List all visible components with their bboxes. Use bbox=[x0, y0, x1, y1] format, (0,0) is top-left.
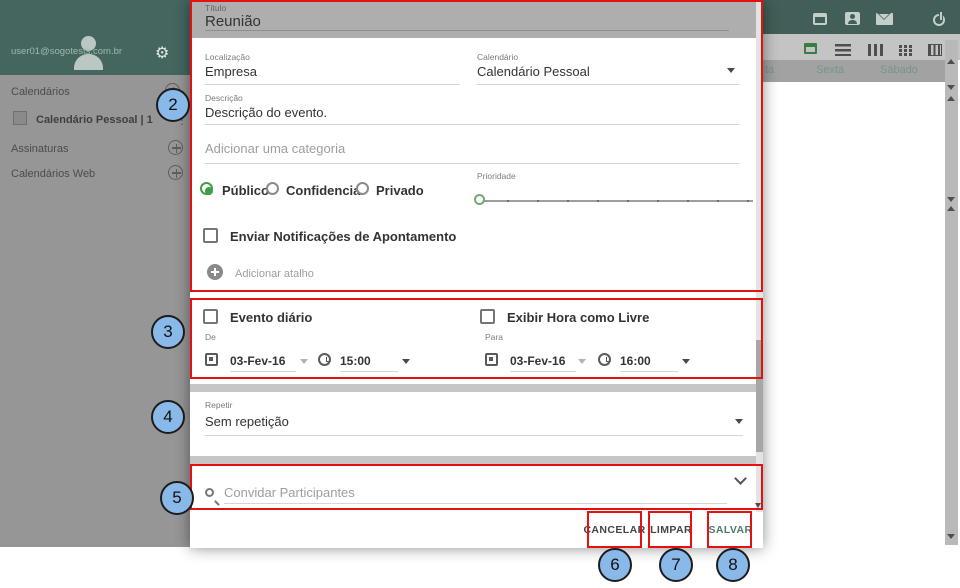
scroll-down-icon[interactable] bbox=[947, 197, 955, 202]
sogo-calendar-app: ta Sexta Sábado 4 5 6 11 12 13 18 19 20 … bbox=[0, 0, 960, 588]
calendar-icon bbox=[813, 13, 827, 25]
repeat-label: Repetir bbox=[205, 400, 232, 410]
section-divider bbox=[190, 456, 763, 464]
annotation-box-8 bbox=[707, 511, 752, 548]
scroll-up-icon[interactable] bbox=[947, 206, 955, 211]
app-header bbox=[763, 0, 960, 34]
weekday-label: Sábado bbox=[880, 64, 918, 76]
weekday-label: ta bbox=[765, 64, 774, 76]
annotation-circle-4: 4 bbox=[151, 400, 185, 434]
annotation-box-3 bbox=[190, 298, 763, 379]
chevron-down-icon[interactable] bbox=[735, 419, 743, 424]
calendars-section-label: Calendários bbox=[11, 86, 70, 98]
repeat-select[interactable]: Sem repetição bbox=[205, 414, 289, 429]
annotation-box-7 bbox=[648, 511, 692, 548]
columns-icon bbox=[868, 44, 883, 56]
annotation-box-6 bbox=[587, 511, 642, 548]
calendar-day-icon bbox=[804, 43, 817, 54]
add-subscription-icon[interactable] bbox=[168, 140, 183, 155]
power-icon bbox=[933, 14, 945, 26]
gear-icon[interactable]: ⚙ bbox=[155, 43, 169, 62]
annotation-circle-5: 5 bbox=[160, 481, 194, 515]
list-icon bbox=[835, 44, 851, 56]
page-scrollbar[interactable] bbox=[945, 40, 958, 545]
sidebar-item-personal-calendar[interactable]: Calendário Pessoal | 1 bbox=[36, 114, 153, 126]
user-email: user01@sogotests.com.br bbox=[11, 46, 122, 57]
scroll-down-icon[interactable] bbox=[947, 85, 955, 90]
envelope-icon bbox=[876, 13, 893, 25]
annotation-box-2 bbox=[190, 0, 763, 292]
sidebar-header: user01@sogotests.com.br ⚙ bbox=[0, 0, 190, 75]
subscriptions-section-label: Assinaturas bbox=[11, 143, 68, 155]
annotation-circle-2: 2 bbox=[156, 88, 190, 122]
grid-icon bbox=[899, 45, 902, 48]
weekday-label: Sexta bbox=[816, 64, 844, 76]
section-divider bbox=[190, 384, 763, 392]
annotation-circle-8: 8 bbox=[716, 548, 750, 582]
scroll-up-icon[interactable] bbox=[947, 96, 955, 101]
contact-card-icon bbox=[845, 12, 860, 25]
add-web-calendar-icon[interactable] bbox=[168, 165, 183, 180]
scroll-down-icon[interactable] bbox=[947, 534, 955, 539]
calendar-color-checkbox[interactable] bbox=[13, 111, 27, 125]
annotation-circle-6: 6 bbox=[598, 548, 632, 582]
web-calendars-section-label: Calendários Web bbox=[11, 168, 95, 180]
scroll-up-icon[interactable] bbox=[947, 59, 955, 64]
weekday-header-row: ta Sexta Sábado bbox=[763, 60, 945, 82]
annotation-box-5 bbox=[190, 464, 763, 510]
annotation-circle-7: 7 bbox=[659, 548, 693, 582]
dense-columns-icon bbox=[928, 44, 942, 56]
annotation-circle-3: 3 bbox=[151, 315, 185, 349]
sidebar: Calendários Calendário Pessoal | 1 ⋮ Ass… bbox=[0, 75, 190, 547]
